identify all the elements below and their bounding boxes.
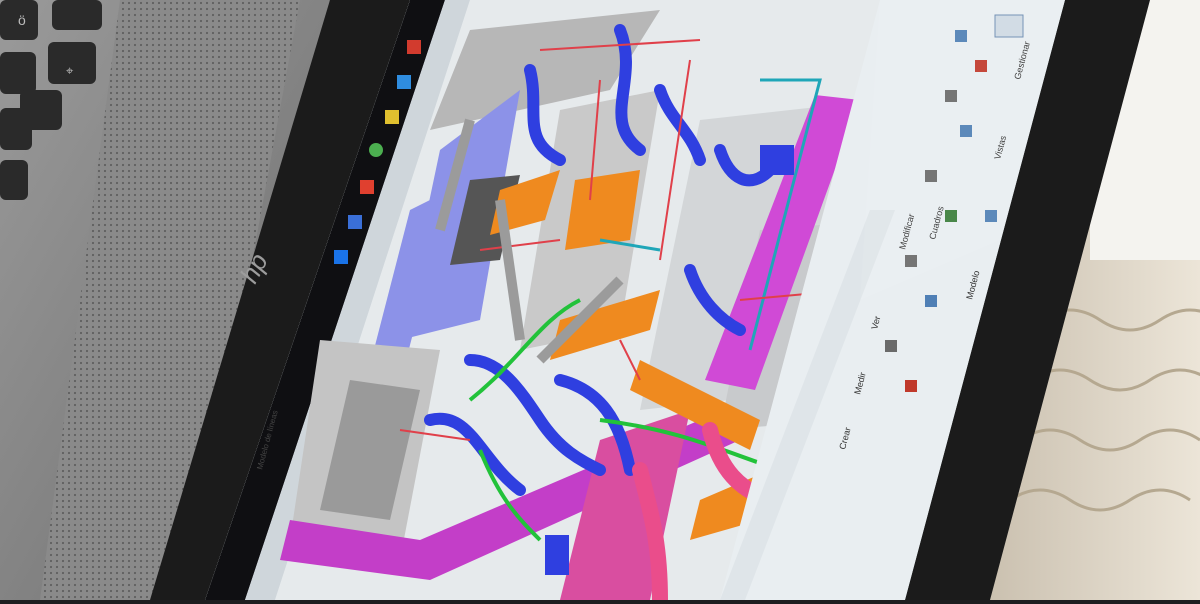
blue-equipment-2 xyxy=(545,535,569,575)
blue-equipment xyxy=(760,145,794,175)
svg-text:ö: ö xyxy=(18,12,26,28)
photo-scene: ö ⌖ hp Cuadros Modificar Ver Medir Crear… xyxy=(0,0,1200,600)
photo-illustration: ö ⌖ hp Cuadros Modificar Ver Medir Crear… xyxy=(0,0,1200,600)
svg-text:⌖: ⌖ xyxy=(66,63,74,78)
